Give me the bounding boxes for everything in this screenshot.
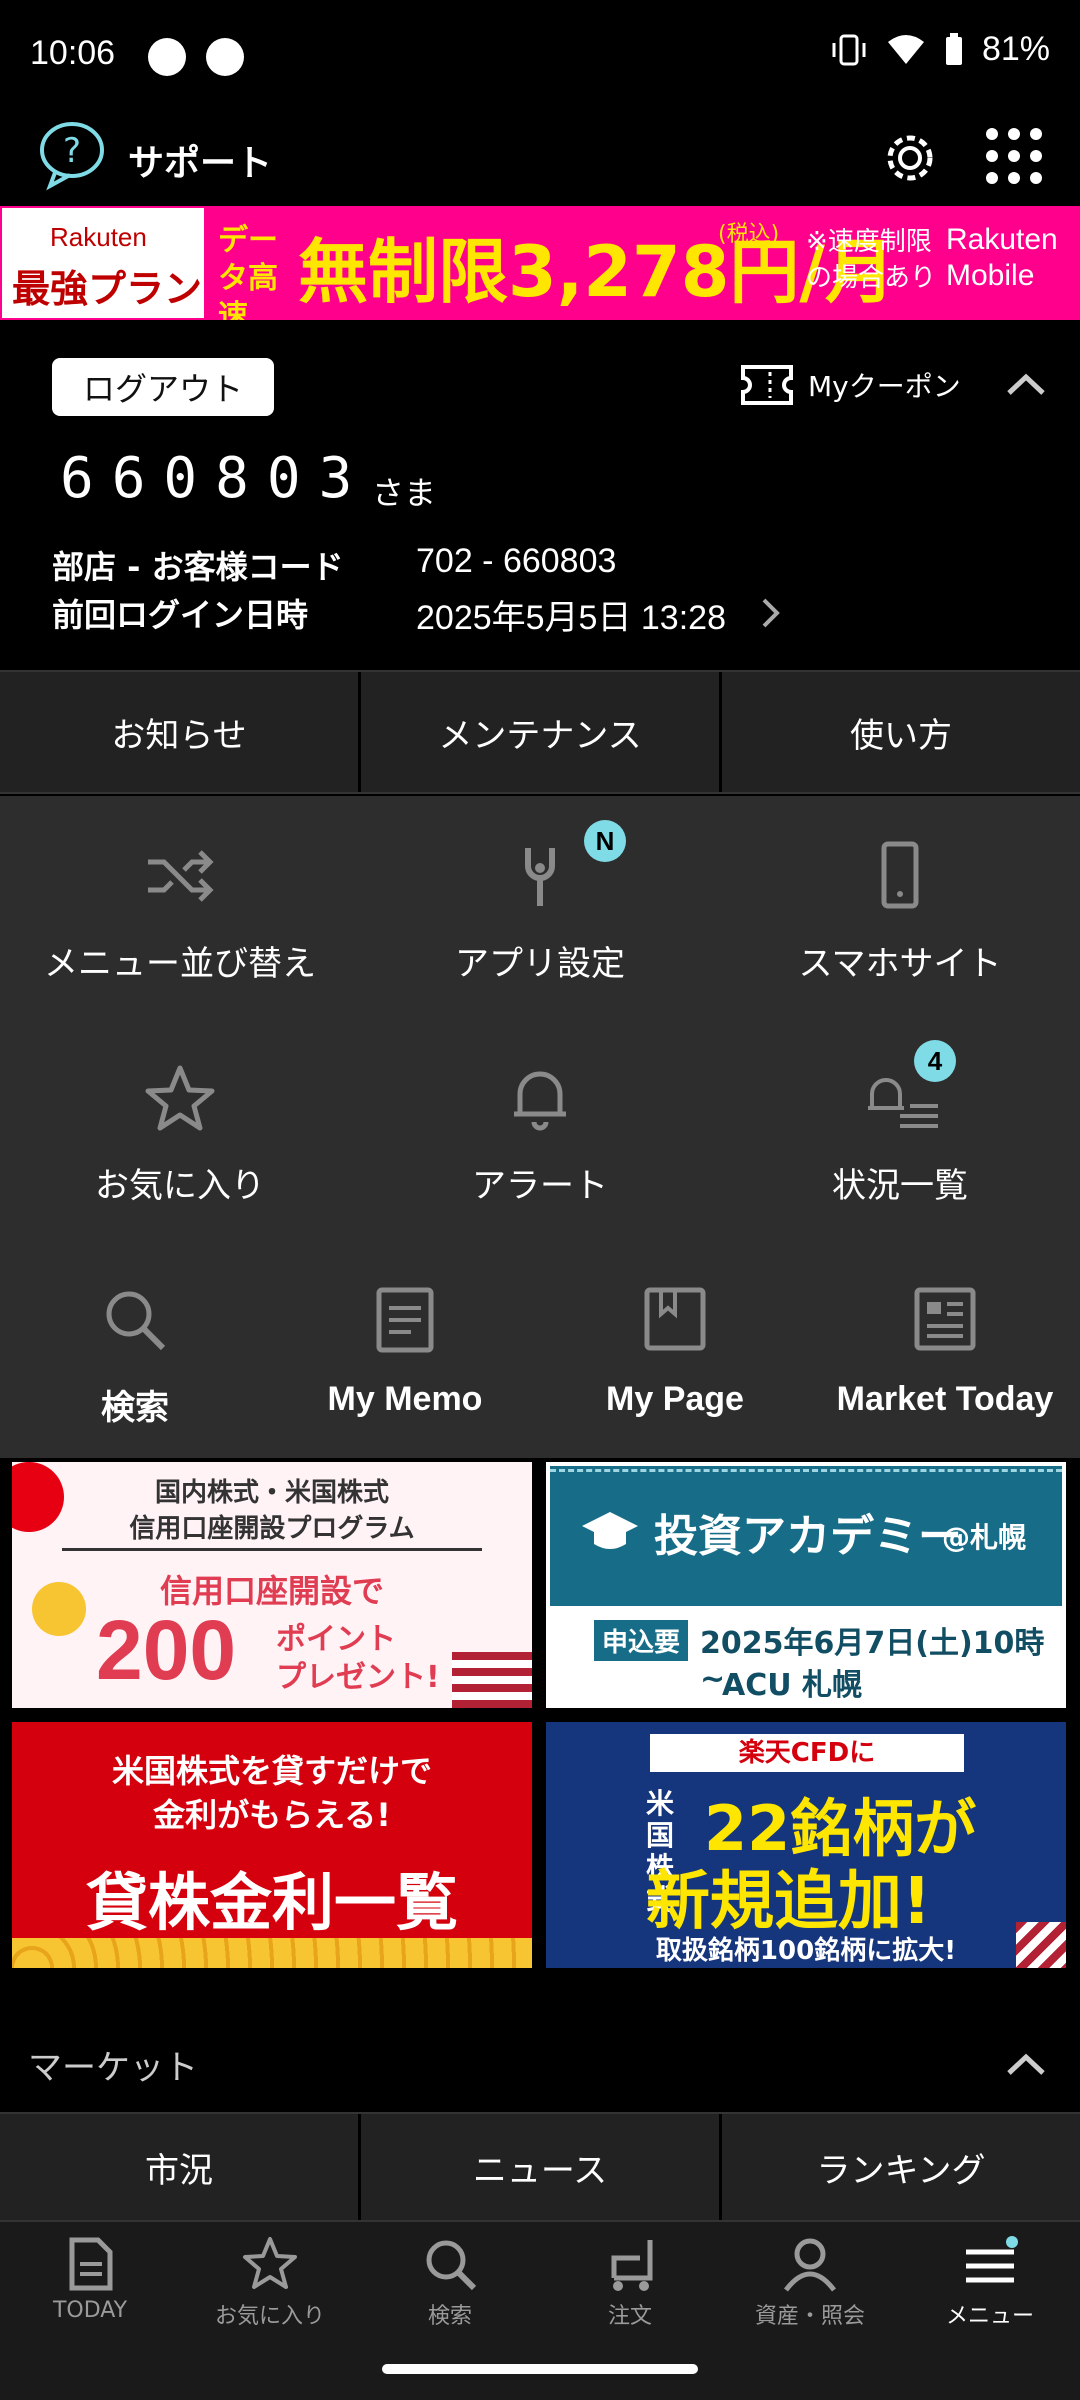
gear-icon[interactable] <box>882 130 938 186</box>
promo-banner[interactable]: Rakuten 最強プラン データ高速 無制限3,278円/月 (税込) ※速度… <box>0 206 1080 320</box>
menu-grid: メニュー並び替え アプリ設定 N スマホサイト お気に入り アラート 状況一覧 … <box>0 796 1080 1458</box>
apps-grid-icon[interactable] <box>984 126 1044 186</box>
branch-label: 部店 - お客様コード <box>52 548 344 586</box>
graduation-cap-icon <box>582 1512 638 1549</box>
last-login-label: 前回ログイン日時 <box>52 596 309 634</box>
dashed-border <box>550 1466 1062 1472</box>
memo-icon <box>376 1287 434 1353</box>
chevron-right-icon[interactable] <box>760 596 782 630</box>
menu-item-market-today[interactable]: Market Today <box>810 1280 1080 1419</box>
menu-item-search[interactable]: 検索 <box>0 1280 270 1429</box>
menu-item-smartphone-site[interactable]: スマホサイト <box>750 836 1050 985</box>
promo-cfd[interactable]: 楽天CFDに 米国株式 22銘柄が 新規追加! 取扱銘柄100銘柄に拡大! <box>546 1722 1066 1968</box>
nav-order[interactable]: 注文 <box>540 2234 720 2330</box>
promo-stock-lending[interactable]: 米国株式を貸すだけで 金利がもらえる! 貸株金利一覧 <box>12 1722 532 1968</box>
wifi-icon <box>887 34 924 64</box>
menu-item-status-list[interactable]: 状況一覧 4 <box>750 1040 1050 1207</box>
user-honorific: さま <box>372 474 437 512</box>
coins-graphic <box>12 1938 532 1968</box>
status-time: 10:06 <box>30 34 116 72</box>
wrench-icon <box>525 848 555 906</box>
battery-level: 81% <box>981 30 1050 68</box>
tab-how-to-use[interactable]: 使い方 <box>722 672 1080 792</box>
menu-item-favorites[interactable]: お気に入り <box>30 1058 330 1207</box>
star-icon <box>243 2237 297 2289</box>
app-notification-icon <box>148 38 186 76</box>
us-flag-graphic <box>452 1652 532 1708</box>
today-icon <box>69 2237 113 2291</box>
battery-icon <box>945 32 962 65</box>
tab-maintenance[interactable]: メンテナンス <box>361 672 722 792</box>
nav-today[interactable]: TODAY <box>0 2234 180 2323</box>
tab-market-conditions[interactable]: 市況 <box>0 2114 361 2220</box>
menu-item-my-memo[interactable]: My Memo <box>270 1280 540 1419</box>
cart-icon <box>611 2240 653 2291</box>
status-indicators: 81% <box>830 30 1050 69</box>
market-title: マーケット <box>28 2048 198 2088</box>
branch-value: 702 - 660803 <box>416 542 617 580</box>
phone-icon <box>881 841 919 909</box>
search-icon <box>106 1291 166 1351</box>
nav-menu[interactable]: メニュー <box>900 2234 1080 2330</box>
market-tabs: 市況 ニュース ランキング <box>0 2112 1080 2222</box>
shuffle-icon <box>148 850 214 902</box>
person-icon <box>784 2238 836 2292</box>
rakuten-plan-logo: Rakuten 最強プラン <box>0 206 206 320</box>
menu-icon <box>966 2236 1018 2283</box>
my-coupon-link[interactable]: Myクーポン <box>740 364 961 406</box>
nav-assets[interactable]: 資産・照会 <box>720 2234 900 2330</box>
menu-item-reorder[interactable]: メニュー並び替え <box>30 836 330 985</box>
svg-text:?: ? <box>63 131 81 171</box>
menu-item-alert[interactable]: アラート <box>390 1058 690 1207</box>
nav-search[interactable]: 検索 <box>360 2234 540 2330</box>
tab-ranking[interactable]: ランキング <box>722 2114 1080 2220</box>
menu-item-my-page[interactable]: My Page <box>540 1280 810 1419</box>
market-section-header[interactable]: マーケット <box>0 2016 1080 2112</box>
account-panel: ログアウト Myクーポン 660803 さま 部店 - お客様コード 702 -… <box>0 320 1080 670</box>
user-name: 660803 <box>60 446 371 511</box>
status-bar: 10:06 81% <box>0 0 1080 112</box>
promo-investment-academy[interactable]: 投資アカデミー @札幌 申込要 2025年6月7日(土)10時~ ACU 札幌 <box>546 1462 1066 1708</box>
us-flag-graphic <box>1016 1922 1066 1968</box>
support-label[interactable]: サポート <box>128 134 272 186</box>
bell-icon <box>514 1071 566 1131</box>
banner-mobile-brand: Rakuten Mobile <box>946 223 1058 292</box>
support-icon[interactable]: ? <box>36 120 114 192</box>
nav-favorites[interactable]: お気に入り <box>180 2234 360 2330</box>
bookmark-icon <box>644 1287 706 1351</box>
promo-margin-account[interactable]: 国内株式・米国株式 信用口座開設プログラム 信用口座開設で 200 ポイント プ… <box>12 1462 532 1708</box>
chevron-up-icon[interactable] <box>1006 2052 1046 2076</box>
tab-notices[interactable]: お知らせ <box>0 672 361 792</box>
info-tabs: お知らせ メンテナンス 使い方 <box>0 670 1080 794</box>
coin-graphic <box>32 1582 86 1636</box>
sync-notification-icon <box>206 38 244 76</box>
banner-note: ※速度制限の場合あり <box>806 227 937 293</box>
app-header: ? サポート <box>0 112 1080 208</box>
vibrate-icon <box>832 34 866 65</box>
chevron-up-icon[interactable] <box>1006 372 1046 396</box>
news-icon <box>914 1287 976 1351</box>
count-badge: 4 <box>914 1040 956 1082</box>
tab-news[interactable]: ニュース <box>361 2114 722 2220</box>
star-icon <box>145 1065 215 1131</box>
logout-button[interactable]: ログアウト <box>52 358 274 416</box>
home-indicator[interactable] <box>382 2364 698 2374</box>
last-login-value[interactable]: 2025年5月5日 13:28 <box>416 590 726 639</box>
menu-item-app-settings[interactable]: アプリ設定 N <box>390 820 690 985</box>
search-icon <box>426 2240 477 2291</box>
banner-tax: (税込) <box>718 222 780 247</box>
divider <box>62 1548 482 1551</box>
ticket-icon <box>741 365 793 405</box>
new-badge: N <box>584 820 626 862</box>
banner-tag: データ高速 <box>218 223 278 320</box>
coupon-label: Myクーポン <box>808 370 961 403</box>
